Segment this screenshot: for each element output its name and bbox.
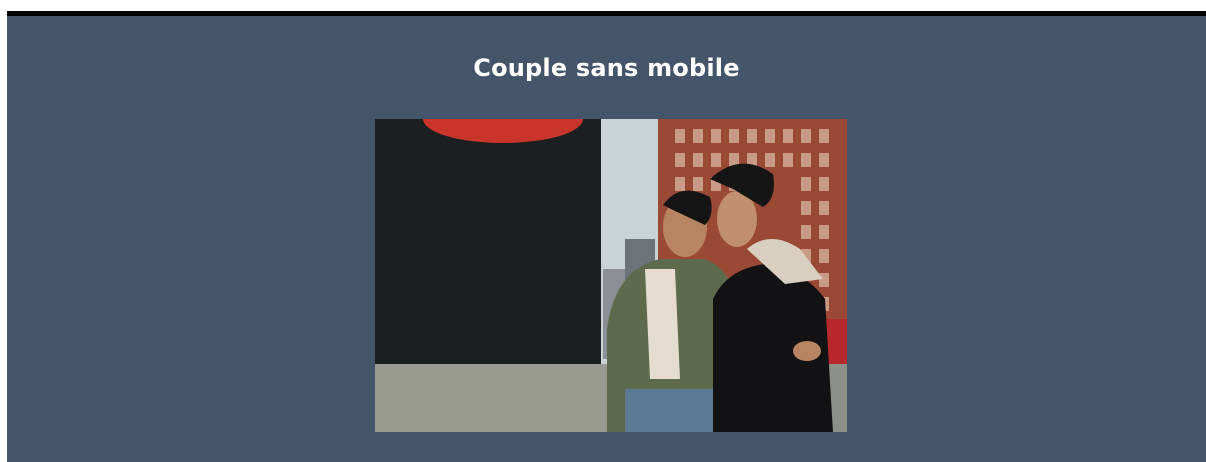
content-panel: Couple sans mobile (7, 11, 1206, 462)
couple-photo (375, 119, 847, 432)
page-title: Couple sans mobile (473, 54, 740, 82)
